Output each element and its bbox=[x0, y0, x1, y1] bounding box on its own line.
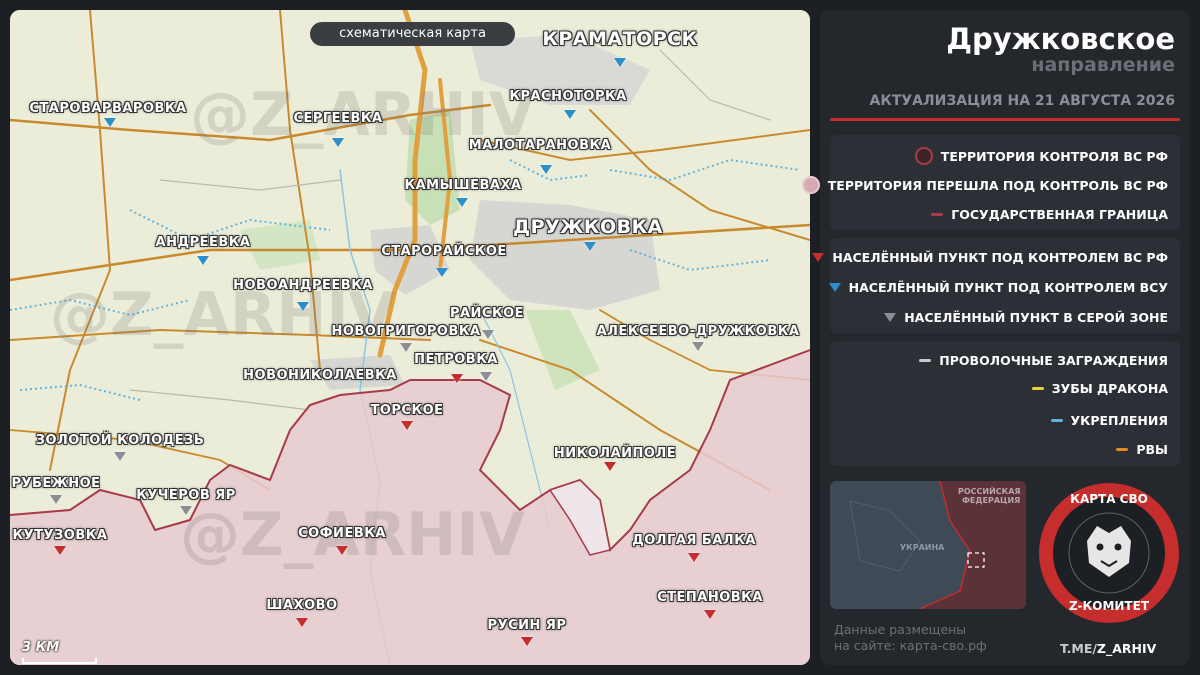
legend-item: НАСЕЛЁННЫЙ ПУНКТ ПОД КОНТРОЛЕМ ВСУ bbox=[828, 280, 1168, 295]
legend-territory: ТЕРРИТОРИЯ КОНТРОЛЯ ВС РФ ТЕРРИТОРИЯ ПЕР… bbox=[801, 135, 1180, 230]
settlement-label[interactable]: ДОЛГАЯ БАЛКА bbox=[632, 533, 756, 548]
minimap-label: РОССИЙСКАЯ bbox=[958, 487, 1021, 496]
overview-minimap[interactable]: РОССИЙСКАЯ ФЕДЕРАЦИЯ УКРАИНА bbox=[830, 481, 1026, 609]
settlement-label[interactable]: ЗОЛОТОЙ КОЛОДЕЗЬ bbox=[36, 433, 205, 448]
grey-marker-swatch bbox=[884, 313, 897, 322]
legend-item: НАСЕЛЁННЫЙ ПУНКТ В СЕРОЙ ЗОНЕ bbox=[884, 310, 1168, 325]
settlement-marker-ru[interactable] bbox=[54, 546, 66, 555]
legend-item: НАСЕЛЁННЫЙ ПУНКТ ПОД КОНТРОЛЕМ ВС РФ bbox=[812, 250, 1168, 265]
settlement-label[interactable]: КАМЫШЕВАХА bbox=[404, 178, 521, 193]
settlement-marker-ru[interactable] bbox=[521, 637, 533, 646]
fortification-swatch bbox=[1050, 419, 1063, 422]
minimap-label: ФЕДЕРАЦИЯ bbox=[962, 496, 1021, 505]
telegram-link[interactable]: T.ME/Z_ARHIV bbox=[1060, 641, 1156, 656]
settlement-marker-ru[interactable] bbox=[336, 546, 348, 555]
wire-swatch bbox=[919, 359, 932, 362]
ditch-swatch bbox=[1116, 448, 1129, 451]
legend-item: ТЕРРИТОРИЯ КОНТРОЛЯ ВС РФ bbox=[914, 147, 1168, 165]
settlement-label[interactable]: МАЛОТАРАНОВКА bbox=[469, 138, 611, 153]
settlement-marker-grey[interactable] bbox=[114, 452, 126, 461]
divider bbox=[830, 118, 1180, 121]
settlement-marker-grey[interactable] bbox=[50, 495, 62, 504]
direction-subtitle: направление bbox=[1031, 54, 1175, 76]
legend-item: УКРЕПЛЕНИЯ bbox=[1050, 413, 1168, 428]
legend-settlements: НАСЕЛЁННЫЙ ПУНКТ ПОД КОНТРОЛЕМ ВС РФ НАС… bbox=[812, 238, 1180, 333]
ru-marker-swatch bbox=[812, 253, 825, 262]
legend-obstacles: ПРОВОЛОЧНЫЕ ЗАГРАЖДЕНИЯ ЗУБЫ ДРАКОНА УКР… bbox=[830, 341, 1180, 466]
settlement-label[interactable]: КРАСНОТОРКА bbox=[509, 89, 626, 104]
logo-text-top: КАРТА СВО bbox=[1070, 492, 1148, 506]
settlement-marker-ua[interactable] bbox=[614, 58, 626, 67]
settlement-label[interactable]: РУСИН ЯР bbox=[488, 618, 567, 633]
settlement-label[interactable]: ТОРСКОЕ bbox=[370, 403, 443, 418]
settlement-label[interactable]: АНДРЕЕВКА bbox=[156, 235, 251, 250]
info-panel: Дружковское направление АКТУАЛИЗАЦИЯ НА … bbox=[801, 10, 1190, 665]
ru-territory-swatch bbox=[914, 147, 933, 165]
transferred-swatch bbox=[801, 176, 820, 194]
settlement-label[interactable]: СТЕПАНОВКА bbox=[657, 590, 763, 605]
settlement-marker-ru[interactable] bbox=[401, 421, 413, 430]
settlement-marker-ua[interactable] bbox=[436, 268, 448, 277]
update-date: АКТУАЛИЗАЦИЯ НА 21 АВГУСТА 2026 bbox=[869, 93, 1175, 109]
settlement-marker-grey[interactable] bbox=[482, 330, 494, 339]
site-note: Данные размещены на сайте: карта-сво.рф bbox=[834, 622, 987, 653]
map-view[interactable]: @Z_ARHIV @Z_ARHIV @Z_ARHIV схематическая… bbox=[10, 10, 810, 665]
scale-label: 3 КМ bbox=[22, 640, 60, 655]
settlement-label[interactable]: ДРУЖКОВКА bbox=[513, 216, 663, 238]
settlement-marker-grey[interactable] bbox=[692, 342, 704, 351]
minimap-label: УКРАИНА bbox=[900, 543, 945, 552]
settlement-label[interactable]: КРАМАТОРСК bbox=[542, 28, 697, 50]
settlement-label[interactable]: СТАРОВАРВАРОВКА bbox=[29, 101, 186, 116]
settlement-label[interactable]: РУБЕЖНОЕ bbox=[11, 476, 100, 491]
settlement-marker-ua[interactable] bbox=[332, 138, 344, 147]
border-swatch bbox=[931, 213, 944, 216]
settlement-label[interactable]: КУЧЕРОВ ЯР bbox=[136, 488, 236, 503]
settlement-label[interactable]: НОВОАНДРЕЕВКА bbox=[233, 278, 373, 293]
settlement-label[interactable]: НОВОНИКОЛАЕВКА bbox=[243, 368, 397, 383]
settlement-marker-ua[interactable] bbox=[197, 256, 209, 265]
legend-item: ТЕРРИТОРИЯ ПЕРЕШЛА ПОД КОНТРОЛЬ ВС РФ bbox=[801, 176, 1168, 194]
settlement-label[interactable]: СЕРГЕЕВКА bbox=[293, 111, 382, 126]
settlement-label[interactable]: ПЕТРОВКА bbox=[414, 352, 498, 367]
settlement-marker-ru[interactable] bbox=[604, 462, 616, 471]
settlement-marker-ua[interactable] bbox=[540, 165, 552, 174]
settlement-marker-grey[interactable] bbox=[480, 372, 492, 381]
settlement-marker-ua[interactable] bbox=[456, 198, 468, 207]
settlement-label[interactable]: РАЙСКОЕ bbox=[450, 306, 524, 321]
settlement-label[interactable]: НОВОГРИГОРОВКА bbox=[331, 324, 480, 339]
dragon-teeth-swatch bbox=[1031, 387, 1044, 390]
settlement-label[interactable]: СОФИЕВКА bbox=[298, 526, 386, 541]
settlement-label[interactable]: ШАХОВО bbox=[266, 598, 337, 613]
legend-item: ГОСУДАРСТВЕННАЯ ГРАНИЦА bbox=[931, 207, 1168, 222]
settlement-label[interactable]: АЛЕКСЕЕВО-ДРУЖКОВКА bbox=[597, 324, 800, 339]
scale-bar bbox=[22, 658, 97, 664]
logo-text-bottom: Z-КОМИТЕТ bbox=[1068, 599, 1150, 613]
settlement-label[interactable]: КУТУЗОВКА bbox=[13, 528, 108, 543]
legend-item: ПРОВОЛОЧНЫЕ ЗАГРАЖДЕНИЯ bbox=[919, 353, 1168, 368]
settlement-marker-grey[interactable] bbox=[180, 506, 192, 515]
settlement-label[interactable]: НИКОЛАЙПОЛЕ bbox=[554, 446, 676, 461]
logo: КАРТА СВО Z-КОМИТЕТ bbox=[1037, 481, 1181, 625]
settlement-marker-ua[interactable] bbox=[584, 242, 596, 251]
settlement-marker-ua[interactable] bbox=[104, 118, 116, 127]
settlement-marker-ua[interactable] bbox=[564, 110, 576, 119]
legend-item: ЗУБЫ ДРАКОНА bbox=[1031, 381, 1168, 396]
settlement-marker-ru[interactable] bbox=[451, 374, 463, 383]
direction-title: Дружковское bbox=[946, 22, 1175, 56]
settlement-marker-ru[interactable] bbox=[704, 610, 716, 619]
settlement-marker-grey[interactable] bbox=[400, 343, 412, 352]
settlement-marker-ru[interactable] bbox=[296, 618, 308, 627]
settlement-label[interactable]: СТАРОРАЙСКОЕ bbox=[381, 244, 507, 259]
settlement-marker-ua[interactable] bbox=[297, 302, 309, 311]
ua-marker-swatch bbox=[828, 283, 841, 292]
legend-item: РВЫ bbox=[1116, 442, 1168, 457]
map-mode-tag[interactable]: схематическая карта bbox=[310, 22, 515, 46]
settlement-marker-ru[interactable] bbox=[688, 553, 700, 562]
